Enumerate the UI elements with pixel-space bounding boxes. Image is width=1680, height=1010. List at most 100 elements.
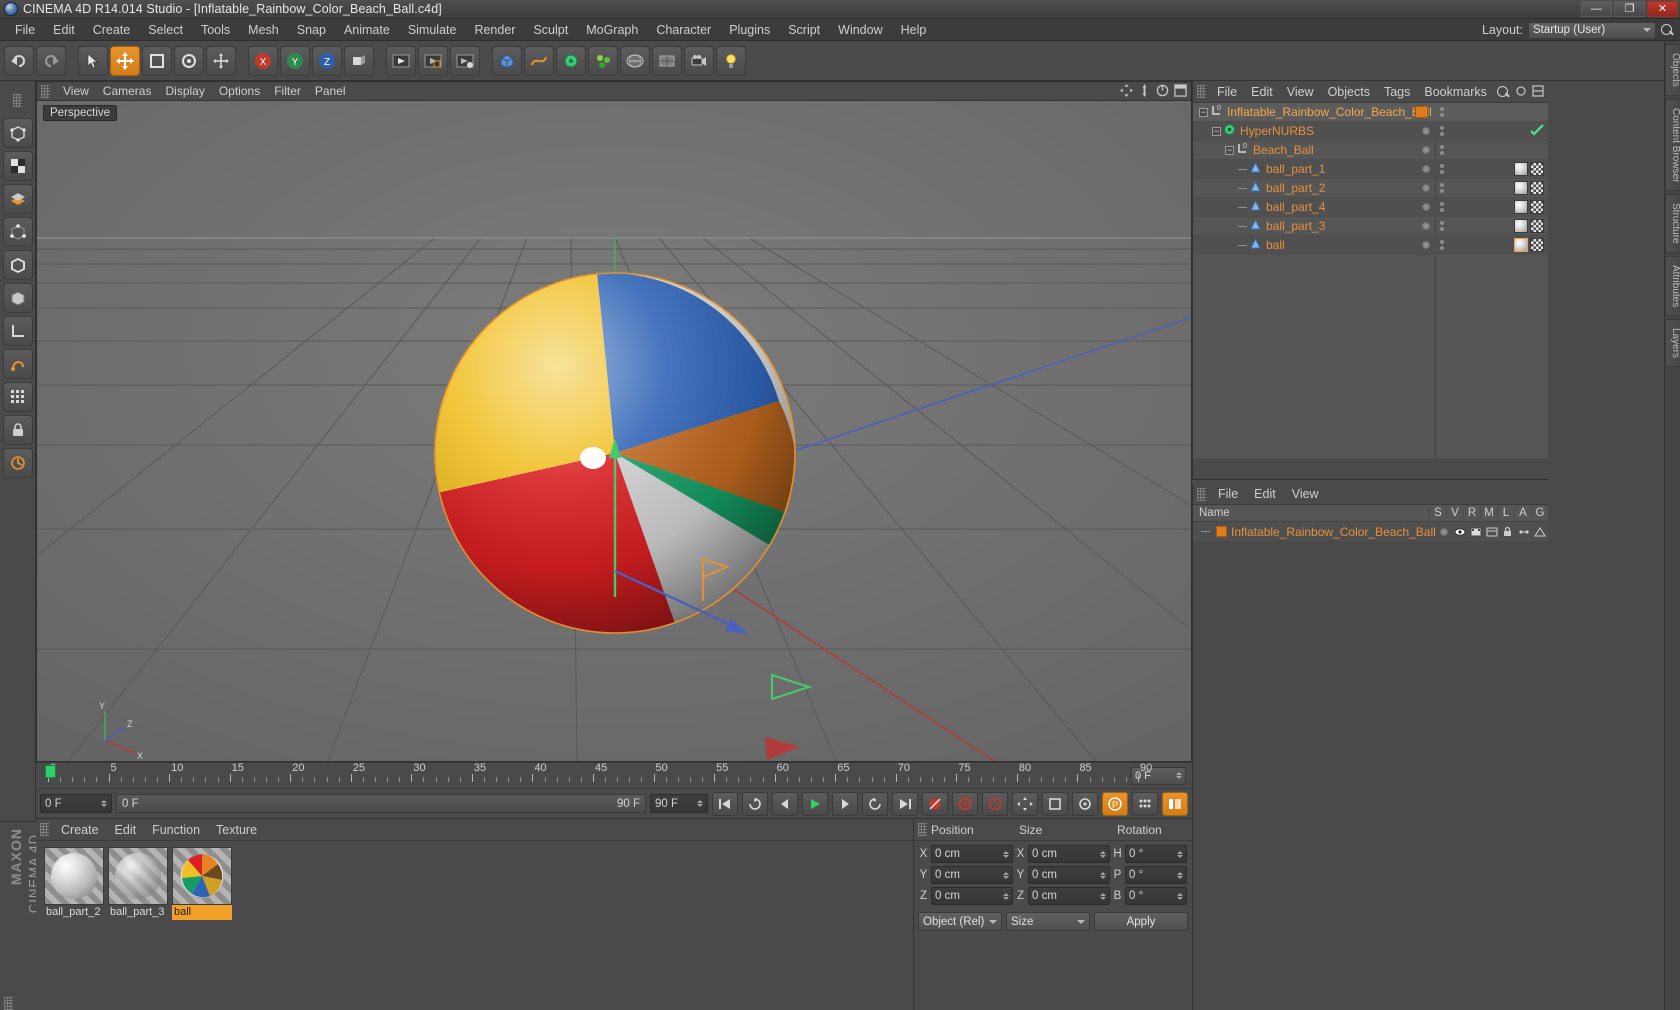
material-thumbnail[interactable] (108, 847, 168, 905)
stepper-icon[interactable] (1177, 871, 1183, 879)
step-forward-button[interactable] (832, 791, 858, 816)
render-visibility-dot[interactable] (1440, 164, 1444, 174)
material-thumbnail[interactable] (172, 847, 232, 905)
object-row[interactable]: − HyperNURBS (1193, 122, 1548, 141)
render-visibility-dots[interactable] (1440, 145, 1444, 155)
stepper-icon[interactable] (1003, 850, 1009, 858)
coordinate-input[interactable]: 0 cm (931, 887, 1013, 905)
material-item[interactable]: ball_part_3 (108, 847, 168, 920)
coordinate-input[interactable]: 0 ° (1125, 887, 1187, 905)
layer-render-icon[interactable] (1468, 527, 1484, 537)
menu-item-window[interactable]: Window (829, 21, 891, 39)
select-tool-button[interactable] (78, 45, 108, 76)
coordinate-input[interactable]: 0 cm (1028, 866, 1110, 884)
layer-column-s[interactable]: S (1429, 507, 1446, 519)
rotate-view-icon[interactable] (1156, 84, 1169, 100)
viewport-grip[interactable] (41, 84, 50, 98)
material-tag-icon[interactable] (1514, 238, 1528, 252)
layer-column-g[interactable]: G (1531, 507, 1548, 519)
render-view-button[interactable] (386, 45, 416, 76)
editor-visibility-dot[interactable] (1422, 146, 1430, 154)
object-menu-edit[interactable]: Edit (1244, 84, 1280, 100)
menu-item-simulate[interactable]: Simulate (399, 21, 466, 39)
material-name[interactable]: ball_part_2 (44, 905, 104, 920)
make-editable-button[interactable] (2, 118, 33, 148)
object-menu-file[interactable]: File (1210, 84, 1244, 100)
material-item[interactable]: ball (172, 847, 232, 920)
stepper-icon[interactable] (1100, 892, 1106, 900)
rotate-tool-button[interactable] (174, 45, 204, 76)
menu-item-mesh[interactable]: Mesh (239, 21, 288, 39)
dock-tab-layers[interactable]: Layers (1665, 319, 1680, 368)
menu-item-select[interactable]: Select (139, 21, 192, 39)
viewport-menu-cameras[interactable]: Cameras (96, 83, 159, 99)
add-spline-button[interactable] (524, 45, 554, 76)
object-row[interactable]: ball (1193, 236, 1548, 255)
render-visibility-dot[interactable] (1440, 145, 1444, 155)
dock-tab-content-browser[interactable]: Content Browser (1665, 98, 1680, 192)
material-menu-texture[interactable]: Texture (208, 822, 265, 838)
add-cube-button[interactable] (492, 45, 522, 76)
collapse-icon[interactable] (1515, 85, 1527, 100)
add-light-button[interactable] (716, 45, 746, 76)
render-settings-button[interactable] (450, 45, 480, 76)
close-button[interactable]: ✕ (1647, 1, 1678, 17)
visibility-dots[interactable] (1422, 165, 1430, 173)
menu-item-create[interactable]: Create (84, 21, 140, 39)
move-tool-button[interactable] (110, 45, 140, 76)
undo-button[interactable] (4, 45, 34, 76)
material-name[interactable]: ball (172, 905, 232, 920)
lock-y-axis-button[interactable]: Y (280, 45, 310, 76)
object-name[interactable]: ball_part_1 (1266, 162, 1325, 176)
render-visibility-dots[interactable] (1440, 126, 1444, 136)
material-tag-icon[interactable] (1514, 219, 1528, 233)
lock-x-axis-button[interactable]: X (248, 45, 278, 76)
expand-collapse-icon[interactable]: − (1225, 145, 1234, 155)
pan-view-icon[interactable] (1120, 84, 1133, 100)
layer-color-chip[interactable] (1216, 526, 1227, 537)
layer-lock-icon[interactable] (1500, 526, 1516, 537)
solo-dot-icon[interactable] (1439, 527, 1448, 536)
stepper-icon[interactable] (697, 800, 703, 807)
material-item[interactable]: ball_part_2 (44, 847, 104, 920)
dock-tab-attributes[interactable]: Attributes (1665, 255, 1680, 317)
object-row[interactable]: ball_part_1 (1193, 160, 1548, 179)
visibility-dots[interactable] (1422, 146, 1430, 154)
viewport-menu-view[interactable]: View (56, 83, 96, 99)
enable-axis-button[interactable] (2, 349, 33, 379)
layer-column-name[interactable]: Name (1193, 507, 1429, 519)
model-mode-button[interactable] (2, 151, 33, 181)
menu-item-help[interactable]: Help (892, 21, 936, 39)
layer-menu-view[interactable]: View (1284, 486, 1327, 502)
position-key-button[interactable] (1012, 791, 1038, 816)
add-environment-button[interactable] (620, 45, 650, 76)
editor-visibility-dot[interactable] (1422, 165, 1430, 173)
coordinates-grip[interactable] (918, 823, 927, 836)
object-menu-bookmarks[interactable]: Bookmarks (1417, 84, 1494, 100)
texture-tag-icon[interactable] (1530, 162, 1544, 176)
visibility-dots[interactable] (1422, 222, 1430, 230)
zoom-view-icon[interactable] (1138, 84, 1151, 100)
stepper-icon[interactable] (1100, 871, 1106, 879)
coordinate-input[interactable]: 0 ° (1125, 866, 1187, 884)
layer-menu-edit[interactable]: Edit (1246, 486, 1284, 502)
material-thumbnail[interactable] (44, 847, 104, 905)
menu-item-character[interactable]: Character (647, 21, 720, 39)
menu-item-animate[interactable]: Animate (335, 21, 399, 39)
material-tag-icon[interactable] (1514, 162, 1528, 176)
rotation-key-button[interactable] (1072, 791, 1098, 816)
menu-item-script[interactable]: Script (779, 21, 829, 39)
object-name[interactable]: ball_part_4 (1266, 200, 1325, 214)
expand-collapse-icon[interactable]: − (1212, 126, 1221, 136)
viewport-menu-filter[interactable]: Filter (267, 83, 308, 99)
layer-name[interactable]: Inflatable_Rainbow_Color_Beach_Ball (1231, 525, 1436, 539)
previous-key-button[interactable] (742, 791, 768, 816)
current-frame-field[interactable]: 0 F (40, 794, 112, 813)
material-grip[interactable] (40, 823, 49, 836)
record-active-objects-button[interactable] (922, 791, 948, 816)
visibility-dots[interactable] (1422, 184, 1430, 192)
render-visibility-dot[interactable] (1440, 221, 1444, 231)
viewport-menu-display[interactable]: Display (158, 83, 211, 99)
world-coordinates-button[interactable] (344, 45, 374, 76)
coordinate-mode-select[interactable]: Object (Rel) (918, 912, 1002, 931)
